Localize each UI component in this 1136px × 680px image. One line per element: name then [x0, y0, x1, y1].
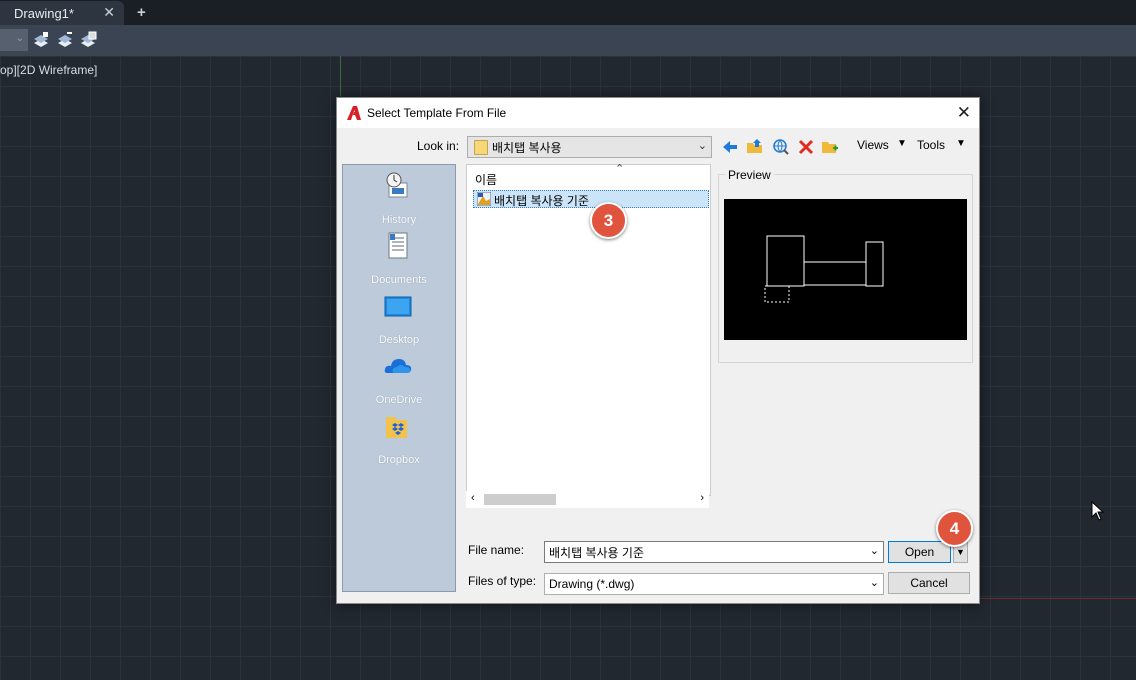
- place-documents[interactable]: Documents: [343, 231, 455, 291]
- up-folder-icon[interactable]: [746, 138, 764, 156]
- mouse-cursor-icon: [1091, 501, 1105, 521]
- chevron-down-icon[interactable]: ⌄: [870, 544, 879, 557]
- autocad-logo-icon: [347, 106, 361, 120]
- step-3-badge: 3: [590, 202, 627, 239]
- dialog-title: Select Template From File: [367, 106, 507, 120]
- new-tab-icon[interactable]: +: [137, 4, 146, 21]
- history-icon: [386, 172, 408, 198]
- tools-dropdown-icon[interactable]: ▼: [956, 138, 966, 149]
- scroll-right-icon[interactable]: ›: [700, 492, 704, 504]
- layer-previous-icon[interactable]: [55, 30, 75, 50]
- preview-thumbnail: [724, 199, 967, 340]
- y-axis-line: [340, 56, 341, 96]
- views-menu[interactable]: Views: [857, 138, 889, 152]
- place-desktop[interactable]: Desktop: [343, 291, 455, 351]
- places-sidebar: History Documents Desktop OneDrive Dropb…: [342, 164, 456, 592]
- viewport-label[interactable]: op][2D Wireframe]: [0, 63, 97, 77]
- horizontal-scrollbar[interactable]: ‹ ›: [466, 491, 709, 508]
- ribbon-toolbar: ⌄: [0, 25, 1136, 56]
- place-label: OneDrive: [375, 394, 423, 406]
- tab-drawing1[interactable]: Drawing1* ✕: [0, 1, 124, 25]
- documents-icon: [388, 232, 408, 259]
- folder-icon: [474, 140, 488, 155]
- desktop-icon: [384, 296, 412, 317]
- layer-states-icon[interactable]: [78, 30, 98, 50]
- x-axis-line: [978, 598, 1136, 599]
- step-4-badge: 4: [936, 510, 973, 547]
- preview-label: Preview: [725, 168, 774, 182]
- file-name-label: File name:: [468, 543, 525, 557]
- tools-menu[interactable]: Tools: [917, 138, 945, 152]
- place-label: Documents: [371, 274, 427, 286]
- file-list[interactable]: 이름 ⌃ 배치탭 복사용 기준: [466, 163, 711, 496]
- look-in-label: Look in:: [417, 139, 460, 153]
- file-name: 배치탭 복사용 기준: [494, 194, 589, 208]
- files-of-type-dropdown[interactable]: Drawing (*.dwg) ⌄: [544, 573, 884, 595]
- column-header-name[interactable]: 이름: [475, 171, 497, 188]
- tab-label: Drawing1*: [14, 6, 74, 21]
- place-onedrive[interactable]: OneDrive: [343, 351, 455, 411]
- look-in-dropdown[interactable]: 배치탭 복사용 ⌄: [467, 136, 712, 158]
- layer-dropdown[interactable]: ⌄: [0, 29, 28, 51]
- dwg-file-icon: [477, 192, 491, 206]
- close-tab-icon[interactable]: ✕: [103, 4, 115, 21]
- onedrive-icon: [384, 359, 412, 373]
- list-item[interactable]: 배치탭 복사용 기준: [473, 190, 709, 208]
- select-template-dialog: Select Template From File ✕ Look in: 배치탭…: [336, 97, 980, 604]
- layer-match-icon[interactable]: [31, 30, 51, 50]
- file-name-value: 배치탭 복사용 기준: [549, 546, 644, 560]
- place-label: Desktop: [378, 334, 420, 346]
- dropbox-icon: [386, 417, 407, 438]
- views-dropdown-icon[interactable]: ▼: [897, 138, 907, 149]
- close-icon[interactable]: ✕: [957, 103, 971, 123]
- back-arrow-icon[interactable]: [721, 138, 739, 156]
- open-button[interactable]: Open: [888, 541, 951, 563]
- file-name-field[interactable]: 배치탭 복사용 기준 ⌄: [544, 541, 884, 563]
- scroll-left-icon[interactable]: ‹: [471, 492, 475, 504]
- look-in-value: 배치탭 복사용: [492, 141, 562, 155]
- files-of-type-value: Drawing (*.dwg): [549, 577, 635, 591]
- place-dropbox[interactable]: Dropbox: [343, 411, 455, 471]
- delete-icon[interactable]: [797, 138, 815, 156]
- chevron-down-icon: ⌄: [869, 577, 879, 589]
- search-web-icon[interactable]: [772, 138, 790, 156]
- chevron-down-icon: ⌄: [15, 33, 24, 44]
- cancel-button[interactable]: Cancel: [888, 572, 970, 594]
- new-folder-icon[interactable]: [821, 138, 839, 156]
- scroll-thumb[interactable]: [484, 494, 556, 505]
- place-history[interactable]: History: [343, 171, 455, 231]
- document-tab-bar: Drawing1* ✕ +: [0, 0, 1136, 25]
- place-label: Dropbox: [378, 454, 420, 466]
- sort-ascending-icon: ⌃: [615, 163, 625, 175]
- chevron-down-icon: ⌄: [697, 140, 707, 152]
- files-of-type-label: Files of type:: [468, 574, 537, 588]
- dialog-titlebar: Select Template From File ✕: [337, 98, 979, 128]
- place-label: History: [381, 214, 417, 226]
